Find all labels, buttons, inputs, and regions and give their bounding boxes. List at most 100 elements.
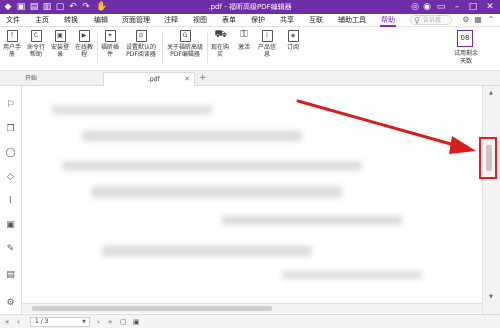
- scroll-down-icon[interactable]: ▼: [489, 294, 493, 300]
- trial-days-badge[interactable]: 08: [457, 30, 473, 47]
- security-icon[interactable]: ▣: [5, 220, 16, 231]
- page-indicator: 1 / 3: [35, 318, 49, 325]
- maximize-icon[interactable]: □: [468, 2, 478, 12]
- buy-now-label: 现在购买: [210, 44, 229, 58]
- default-reader-button[interactable]: ⊙ 设置默认的PDF阅读器: [123, 30, 159, 68]
- signature-icon[interactable]: ✎: [5, 244, 16, 255]
- horizontal-scrollbar[interactable]: [22, 303, 482, 313]
- next-page-icon[interactable]: ›: [97, 318, 100, 326]
- menu-edit[interactable]: 编辑: [94, 16, 108, 25]
- install-login-button[interactable]: ▣ 安装登录: [50, 30, 70, 68]
- ribbon-separator: [162, 33, 163, 63]
- bookmark-icon[interactable]: ⚐: [5, 100, 16, 111]
- blurred-text: [222, 216, 402, 225]
- help-circle-icon[interactable]: ◎: [410, 2, 420, 12]
- document-view[interactable]: [22, 86, 482, 314]
- install-login-label: 安装登录: [50, 44, 69, 58]
- layers-icon[interactable]: ◇: [5, 172, 16, 183]
- ribbon-separator: [97, 33, 98, 63]
- menu-page-manage[interactable]: 页面管理: [122, 16, 150, 25]
- blurred-text: [62, 161, 362, 170]
- subscribe-label: 订阅: [286, 44, 299, 51]
- prev-page-icon[interactable]: ‹: [17, 318, 20, 326]
- activate-button[interactable]: ⚿ 激活: [235, 30, 253, 68]
- close-icon[interactable]: ✕: [485, 2, 495, 12]
- buy-now-button[interactable]: ⛟ 现在购买: [210, 30, 230, 68]
- settings-icon[interactable]: ⚙: [5, 298, 16, 309]
- menu-connect[interactable]: 互联: [309, 16, 323, 25]
- tab-document[interactable]: .pdf ✕: [103, 72, 195, 86]
- online-tutorial-button[interactable]: ▶ 在线教程: [74, 30, 94, 68]
- menu-view[interactable]: 视图: [193, 16, 207, 25]
- title-bar: ◆ ▣ ▤ ▥ ▢ ↶ ↷ ✋ .pdf - 福昕高级PDF编辑器 ◎ ◉ ▭ …: [0, 0, 500, 14]
- ribbon-toolbar: ? 用户手册 C 命令行帮助 ▣ 安装登录 ▶ 在线教程 ✦ 福昕插件 ⊙ 设置…: [0, 27, 500, 71]
- trial-days: 08: [460, 34, 470, 42]
- search-placeholder: 告诉我: [423, 17, 442, 24]
- comments-icon[interactable]: ◯: [5, 148, 16, 159]
- menu-home[interactable]: 主页: [35, 16, 49, 25]
- last-page-icon[interactable]: »: [108, 318, 112, 326]
- single-page-view-icon[interactable]: ▢: [120, 318, 127, 326]
- continuous-view-icon[interactable]: ▣: [133, 318, 140, 326]
- trial-days-label: 试用剩余天数: [453, 50, 478, 65]
- attachment-icon[interactable]: ⌇: [5, 196, 16, 207]
- user-icon[interactable]: ◉: [422, 2, 432, 12]
- expand-icon[interactable]: ⌃: [486, 15, 496, 25]
- menu-file[interactable]: 文件: [6, 16, 20, 25]
- manual-icon: ?: [6, 30, 18, 42]
- page-number-field[interactable]: 1 / 3 ▼: [30, 317, 90, 327]
- scroll-up-icon[interactable]: ▲: [489, 90, 493, 96]
- menu-share[interactable]: 共享: [280, 16, 294, 25]
- menu-accessibility[interactable]: 辅助工具: [338, 16, 366, 25]
- pages-icon[interactable]: ❐: [5, 124, 16, 135]
- ribbon-collapse-icon[interactable]: ▭: [436, 2, 446, 12]
- tell-me-search[interactable]: ♀ 告诉我: [410, 15, 452, 25]
- page-dropdown-icon[interactable]: ▼: [82, 318, 86, 326]
- lightbulb-icon: ♀: [414, 16, 420, 25]
- hscroll-thumb[interactable]: [32, 306, 272, 311]
- menu-convert[interactable]: 转换: [64, 16, 78, 25]
- destination-icon[interactable]: ▤: [5, 270, 16, 281]
- menu-protect[interactable]: 保护: [251, 16, 265, 25]
- first-page-icon[interactable]: «: [5, 318, 9, 326]
- tab-document-label: .pdf: [148, 76, 160, 83]
- install-icon: ▣: [54, 30, 66, 42]
- product-info-button[interactable]: i 产品信息: [257, 30, 277, 68]
- vertical-scrollbar[interactable]: ▲ ▼: [482, 86, 500, 314]
- blurred-text: [102, 246, 312, 256]
- settings-icon[interactable]: ⚙: [461, 15, 471, 25]
- new-tab-icon[interactable]: +: [199, 73, 207, 83]
- about-button[interactable]: G 关于福昕高级PDF编辑器: [165, 30, 205, 68]
- key-icon: ⚿: [238, 29, 250, 42]
- plugin-label: 福昕插件: [100, 44, 119, 58]
- subscribe-icon: ◈: [287, 30, 299, 42]
- info-icon: i: [261, 30, 273, 42]
- menu-form[interactable]: 表单: [222, 16, 236, 25]
- activate-label: 激活: [237, 44, 250, 51]
- plugin-button[interactable]: ✦ 福昕插件: [100, 30, 120, 68]
- highlight-box: [479, 137, 497, 179]
- about-label: 关于福昕高级PDF编辑器: [166, 44, 203, 58]
- blurred-text: [282, 271, 422, 279]
- blurred-text: [52, 106, 212, 114]
- blurred-text: [82, 131, 302, 141]
- ribbon-separator: [207, 33, 208, 63]
- menu-comment[interactable]: 注释: [164, 16, 178, 25]
- cmd-icon: C: [30, 30, 42, 42]
- plugin-icon: ✦: [104, 30, 116, 42]
- user-manual-button[interactable]: ? 用户手册: [3, 30, 21, 68]
- layout-icon[interactable]: ▦: [473, 15, 483, 25]
- command-help-label: 命令行帮助: [26, 44, 45, 58]
- tab-start[interactable]: 开始: [0, 71, 100, 86]
- minimize-icon[interactable]: –: [452, 2, 462, 12]
- default-reader-icon: ⊙: [135, 30, 147, 42]
- subscribe-button[interactable]: ◈ 订阅: [284, 30, 302, 68]
- tab-close-icon[interactable]: ✕: [184, 75, 190, 83]
- left-sidebar: ⚐ ❐ ◯ ◇ ⌇ ▣ ✎ ▤ ⚙: [0, 86, 22, 314]
- status-bar: « ‹ 1 / 3 ▼ › » ▢ ▣: [0, 314, 500, 328]
- tab-start-label: 开始: [25, 75, 38, 82]
- online-tutorial-label: 在线教程: [74, 44, 93, 58]
- menu-help[interactable]: 帮助: [380, 16, 396, 27]
- command-help-button[interactable]: C 命令行帮助: [26, 30, 46, 68]
- tutorial-icon: ▶: [78, 30, 90, 42]
